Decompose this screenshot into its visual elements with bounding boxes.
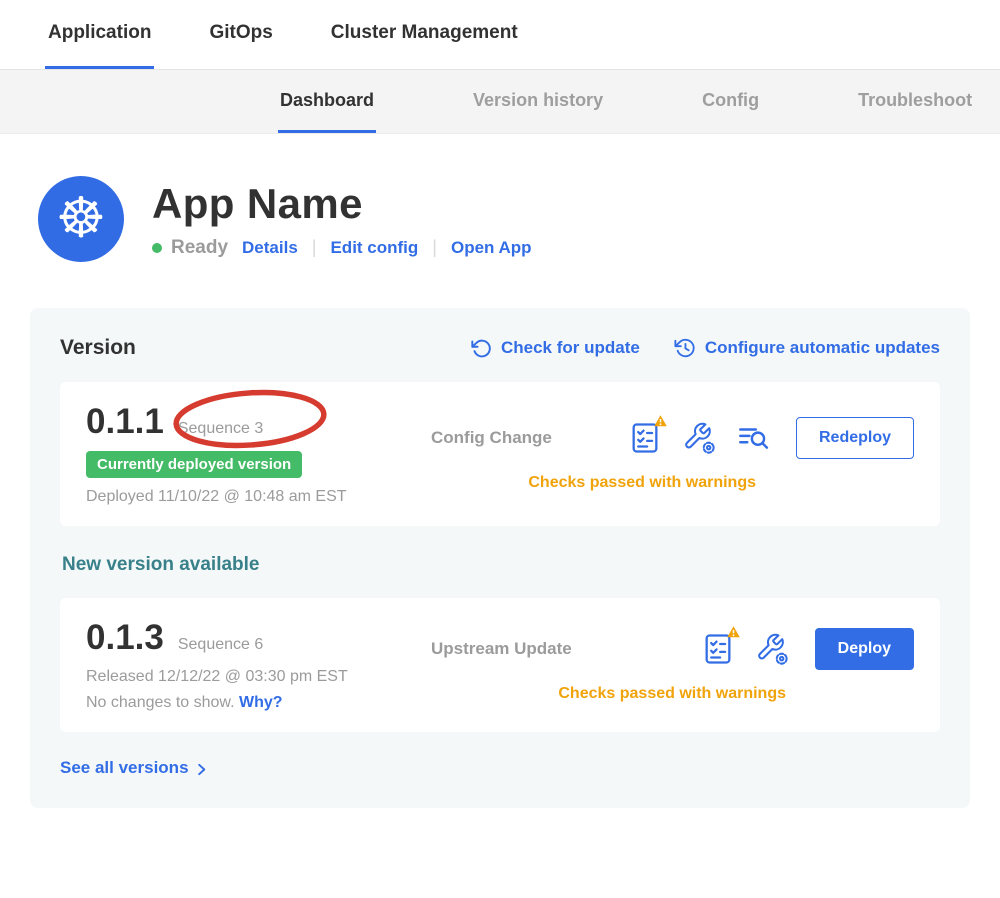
link-divider: | bbox=[312, 237, 317, 258]
why-link[interactable]: Why? bbox=[239, 694, 283, 711]
check-for-update-link[interactable]: Check for update bbox=[471, 337, 640, 359]
configure-auto-updates-label: Configure automatic updates bbox=[705, 338, 940, 358]
new-version-heading: New version available bbox=[62, 554, 940, 576]
new-version-sequence: Sequence 6 bbox=[178, 636, 263, 654]
subtab-dashboard[interactable]: Dashboard bbox=[278, 70, 376, 133]
current-version-row: 0.1.1 Sequence 3 Currently deployed vers… bbox=[60, 382, 940, 526]
view-files-icon[interactable] bbox=[736, 421, 770, 455]
no-changes-text: No changes to show. bbox=[86, 694, 235, 711]
sub-nav: Dashboard Version history Config Trouble… bbox=[0, 70, 1000, 134]
chevron-right-icon bbox=[194, 760, 209, 777]
subtab-troubleshoot[interactable]: Troubleshoot bbox=[856, 70, 974, 133]
app-header: ☸ App Name Ready Details | Edit config |… bbox=[38, 176, 1000, 262]
status-dot bbox=[152, 243, 162, 253]
refresh-icon bbox=[471, 338, 492, 359]
kubernetes-logo: ☸ bbox=[38, 176, 124, 262]
preflight-checks-icon[interactable] bbox=[701, 632, 735, 666]
check-for-update-label: Check for update bbox=[501, 338, 640, 358]
tab-gitops[interactable]: GitOps bbox=[206, 0, 275, 69]
version-section: Version Check for update bbox=[30, 308, 970, 808]
edit-config-link[interactable]: Edit config bbox=[330, 238, 418, 258]
warning-triangle-icon bbox=[653, 414, 668, 433]
version-heading: Version bbox=[60, 336, 136, 360]
auto-update-clock-icon bbox=[674, 337, 696, 359]
subtab-config[interactable]: Config bbox=[700, 70, 761, 133]
current-checks-status: Checks passed with warnings bbox=[528, 474, 756, 492]
link-divider: | bbox=[432, 237, 437, 258]
open-app-link[interactable]: Open App bbox=[451, 238, 532, 258]
tab-cluster-management[interactable]: Cluster Management bbox=[328, 0, 521, 69]
new-version-row: 0.1.3 Sequence 6 Released 12/12/22 @ 03:… bbox=[60, 598, 940, 732]
preflight-checks-icon[interactable] bbox=[628, 421, 662, 455]
see-all-versions-label: See all versions bbox=[60, 758, 189, 778]
warning-triangle-icon bbox=[726, 625, 741, 644]
configure-auto-updates-link[interactable]: Configure automatic updates bbox=[674, 337, 940, 359]
details-link[interactable]: Details bbox=[242, 238, 298, 258]
deploy-button[interactable]: Deploy bbox=[815, 628, 914, 670]
deployed-timestamp: Deployed 11/10/22 @ 10:48 am EST bbox=[86, 488, 431, 506]
current-version-number: 0.1.1 bbox=[86, 402, 164, 442]
config-wrench-gear-icon[interactable] bbox=[755, 632, 789, 666]
app-title: App Name bbox=[152, 180, 532, 228]
config-wrench-gear-icon[interactable] bbox=[682, 421, 716, 455]
current-source-label: Config Change bbox=[431, 428, 611, 448]
red-circle-annotation bbox=[170, 388, 330, 450]
new-source-label: Upstream Update bbox=[431, 639, 611, 659]
tab-application[interactable]: Application bbox=[45, 0, 154, 69]
released-timestamp: Released 12/12/22 @ 03:30 pm EST bbox=[86, 668, 431, 686]
deployed-badge: Currently deployed version bbox=[86, 451, 302, 478]
new-checks-status: Checks passed with warnings bbox=[558, 685, 786, 703]
status-text: Ready bbox=[171, 237, 228, 259]
redeploy-button[interactable]: Redeploy bbox=[796, 417, 914, 459]
new-version-number: 0.1.3 bbox=[86, 618, 164, 658]
top-nav: Application GitOps Cluster Management bbox=[0, 0, 1000, 70]
app-meta: App Name Ready Details | Edit config | O… bbox=[152, 180, 532, 259]
subtab-version-history[interactable]: Version history bbox=[471, 70, 605, 133]
current-version-sequence: Sequence 3 bbox=[178, 420, 263, 438]
status-badge: Ready bbox=[152, 237, 228, 259]
page: Application GitOps Cluster Management Da… bbox=[0, 0, 1000, 808]
see-all-versions-link[interactable]: See all versions bbox=[60, 758, 209, 778]
